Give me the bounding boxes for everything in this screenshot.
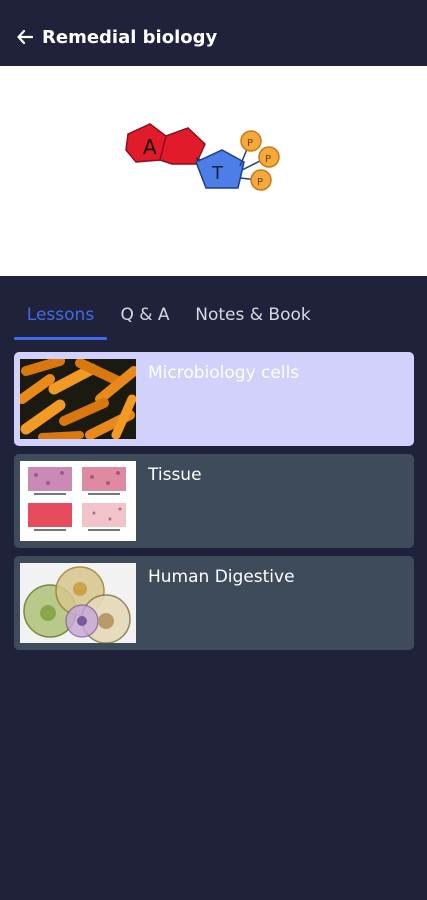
page-title: Remedial biology [42, 27, 218, 48]
lesson-title: Human Digestive [148, 567, 295, 587]
lesson-item-tissue[interactable]: Tissue [14, 454, 414, 548]
course-banner: A T P P P [0, 66, 427, 276]
lesson-item-human-digestive[interactable]: Human Digestive [14, 556, 414, 650]
tab-q-and-a[interactable]: Q & A [114, 300, 176, 340]
cell-diagram-thumbnail [20, 563, 136, 643]
svg-text:T: T [211, 163, 224, 184]
svg-text:P: P [265, 154, 271, 165]
arrow-left-icon [17, 29, 33, 45]
svg-text:A: A [143, 135, 157, 159]
tissue-types-thumbnail [20, 461, 136, 541]
tab-bar: Lessons Q & A Notes & Book [0, 300, 427, 340]
back-button[interactable] [14, 26, 36, 48]
lesson-item-microbiology-cells[interactable]: Microbiology cells [14, 352, 414, 446]
atp-molecule-illustration: A T P P P [125, 123, 280, 191]
app-header: Remedial biology [0, 0, 427, 66]
svg-text:P: P [247, 138, 253, 149]
active-tab-indicator [14, 337, 107, 340]
lesson-title: Microbiology cells [148, 363, 300, 383]
lesson-title: Tissue [148, 465, 202, 485]
tab-notes-and-book[interactable]: Notes & Book [188, 300, 318, 340]
svg-text:P: P [257, 177, 263, 188]
tab-lessons[interactable]: Lessons [14, 300, 107, 340]
bacteria-thumbnail [20, 359, 136, 439]
